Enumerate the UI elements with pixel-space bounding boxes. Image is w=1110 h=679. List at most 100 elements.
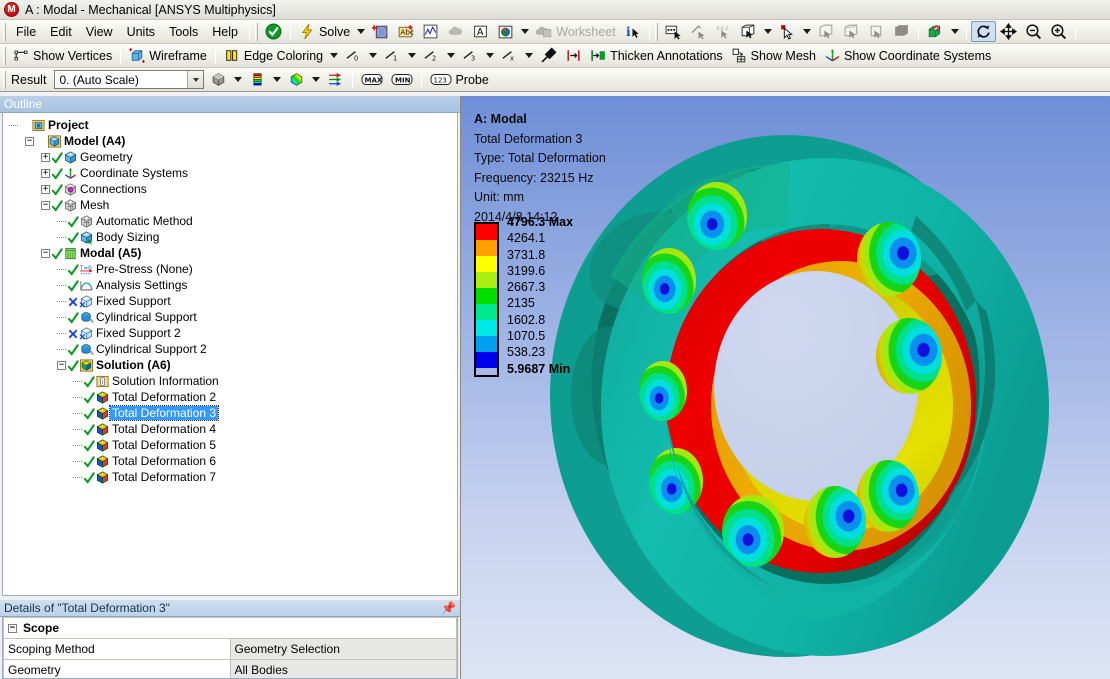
tree-node[interactable]: Total Deformation 7 <box>9 469 457 485</box>
coordinate-box-button[interactable] <box>923 21 948 42</box>
tree-node[interactable]: − Model (A4) <box>9 133 457 149</box>
menu-edit[interactable]: Edit <box>43 23 79 41</box>
tree-node[interactable]: Automatic Method <box>9 213 457 229</box>
tree-node[interactable]: − Solution (A6) <box>9 357 457 373</box>
box-select-dropdown-caret[interactable] <box>764 29 772 34</box>
tree-node[interactable]: Total Deformation 4 <box>9 421 457 437</box>
show-mesh-button[interactable]: Show Mesh <box>727 45 820 66</box>
tree-node[interactable]: Total Deformation 5 <box>9 437 457 453</box>
color-globe-button[interactable] <box>493 21 518 42</box>
pin-icon[interactable]: 📌 <box>441 601 456 615</box>
info-button[interactable]: i <box>620 21 645 42</box>
thicken-annotations-button[interactable]: Thicken Annotations <box>586 45 727 66</box>
text-annotation-button[interactable]: A <box>468 21 493 42</box>
tree-expand-button[interactable]: + <box>41 169 50 178</box>
tree-expand-button[interactable]: + <box>41 185 50 194</box>
pan-button[interactable] <box>996 21 1021 42</box>
edge-thickness-1-button[interactable]: 1 <box>380 45 405 66</box>
geometry-shaded-button[interactable] <box>206 69 231 90</box>
solve-button[interactable]: Solve <box>295 21 354 42</box>
tree-collapse-button[interactable]: − <box>41 201 50 210</box>
graphics-viewport[interactable]: A: ModalTotal Deformation 3Type: Total D… <box>460 96 1110 679</box>
edge-thickness-3-button[interactable]: 3 <box>458 45 483 66</box>
details-collapse-button[interactable]: − <box>8 624 17 633</box>
tree-node[interactable]: Solution Information <box>9 373 457 389</box>
show-coordinate-systems-button[interactable]: Show Coordinate Systems <box>820 45 995 66</box>
edge-coloring-dropdown-caret[interactable] <box>330 53 338 58</box>
tree-node[interactable]: Cylindrical Support 2 <box>9 341 457 357</box>
color-map-dropdown-caret[interactable] <box>312 77 320 82</box>
details-value[interactable]: Geometry Selection <box>230 639 457 660</box>
coordinate-box-dropdown-caret[interactable] <box>951 29 959 34</box>
details-row[interactable]: Scoping MethodGeometry Selection <box>4 639 457 660</box>
tree-node[interactable]: T=0 Pre-Stress (None) <box>9 261 457 277</box>
max-probe-button[interactable]: MAX <box>357 69 387 90</box>
tree-node[interactable]: + Geometry <box>9 149 457 165</box>
menu-file[interactable]: File <box>9 23 43 41</box>
tree-node-selected[interactable]: Total Deformation 3 <box>9 405 457 421</box>
contour-legend[interactable]: 4796.3 Max4264.13731.83199.62667.3213516… <box>474 222 573 377</box>
probe-button[interactable]: 123 Probe <box>426 69 492 90</box>
edge-thickness-x-caret[interactable] <box>525 53 533 58</box>
tree-node[interactable]: Fixed Support 2 <box>9 325 457 341</box>
menu-units[interactable]: Units <box>120 23 162 41</box>
edge-thickness-3-caret[interactable] <box>486 53 494 58</box>
outline-tree[interactable]: Project− Model (A4)+ Geometry+ Coordinat… <box>2 113 458 596</box>
pick-mode-dropdown-caret[interactable] <box>803 29 811 34</box>
edge-coloring-button[interactable]: Edge Coloring <box>220 45 327 66</box>
tree-collapse-button[interactable]: − <box>57 361 66 370</box>
color-globe-dropdown-caret[interactable] <box>521 29 529 34</box>
tree-node[interactable]: − Modal (A5) <box>9 245 457 261</box>
tree-node[interactable]: Analysis Settings <box>9 277 457 293</box>
zoom-in-button[interactable] <box>1046 21 1071 42</box>
color-map-button[interactable] <box>284 69 309 90</box>
tree-node[interactable]: + Coordinate Systems <box>9 165 457 181</box>
zoom-out-button[interactable] <box>1021 21 1046 42</box>
edge-thickness-1-caret[interactable] <box>408 53 416 58</box>
result-scale-combo[interactable]: 0. (Auto Scale) <box>54 70 204 89</box>
details-row[interactable]: GeometryAll Bodies <box>4 660 457 679</box>
menu-tools[interactable]: Tools <box>162 23 205 41</box>
contour-bands-dropdown-caret[interactable] <box>273 77 281 82</box>
box-select-button[interactable] <box>736 21 761 42</box>
new-chart-button[interactable] <box>368 21 393 42</box>
geometry-shaded-dropdown-caret[interactable] <box>234 77 242 82</box>
select-pointer-button[interactable] <box>661 21 686 42</box>
tree-expand-button[interactable]: + <box>41 153 50 162</box>
tree-collapse-button[interactable]: − <box>25 137 34 146</box>
tree-node[interactable]: Total Deformation 2 <box>9 389 457 405</box>
tree-node[interactable]: + Connections <box>9 181 457 197</box>
edge-thickness-0-button[interactable]: 0 <box>341 45 366 66</box>
toolbar-grip[interactable] <box>3 47 6 65</box>
annotation-spacing-button[interactable] <box>561 45 586 66</box>
show-vertices-button[interactable]: Show Vertices <box>9 45 116 66</box>
tree-node[interactable]: Project <box>9 117 457 133</box>
tree-node[interactable]: Cylindrical Support <box>9 309 457 325</box>
edge-thickness-0-caret[interactable] <box>369 53 377 58</box>
toolbar-grip[interactable] <box>655 23 658 41</box>
pin-annotation-button[interactable] <box>536 45 561 66</box>
green-check-button[interactable] <box>261 21 286 42</box>
edge-thickness-2-caret[interactable] <box>447 53 455 58</box>
solve-dropdown-caret[interactable] <box>357 29 365 34</box>
annotation-button[interactable]: Abc <box>393 21 418 42</box>
wireframe-button[interactable]: Wireframe <box>125 45 211 66</box>
tree-collapse-button[interactable]: − <box>41 249 50 258</box>
tree-node[interactable]: Body Sizing <box>9 229 457 245</box>
tree-node[interactable]: − Mesh <box>9 197 457 213</box>
toolbar-grip[interactable] <box>3 71 6 89</box>
pick-mode-button[interactable] <box>775 21 800 42</box>
edge-thickness-x-button[interactable]: x <box>497 45 522 66</box>
chart-button[interactable] <box>418 21 443 42</box>
rotate-button[interactable] <box>971 21 996 42</box>
details-value[interactable]: All Bodies <box>230 660 457 679</box>
vector-arrows-button[interactable] <box>323 69 348 90</box>
edge-thickness-2-button[interactable]: 2 <box>419 45 444 66</box>
menu-view[interactable]: View <box>79 23 120 41</box>
contour-bands-button[interactable] <box>245 69 270 90</box>
toolbar-grip[interactable] <box>3 23 6 41</box>
tree-node[interactable]: Fixed Support <box>9 293 457 309</box>
details-panel[interactable]: −ScopeScoping MethodGeometry SelectionGe… <box>2 617 458 679</box>
tree-node[interactable]: Total Deformation 6 <box>9 453 457 469</box>
result-scale-dropdown-button[interactable] <box>187 71 203 88</box>
